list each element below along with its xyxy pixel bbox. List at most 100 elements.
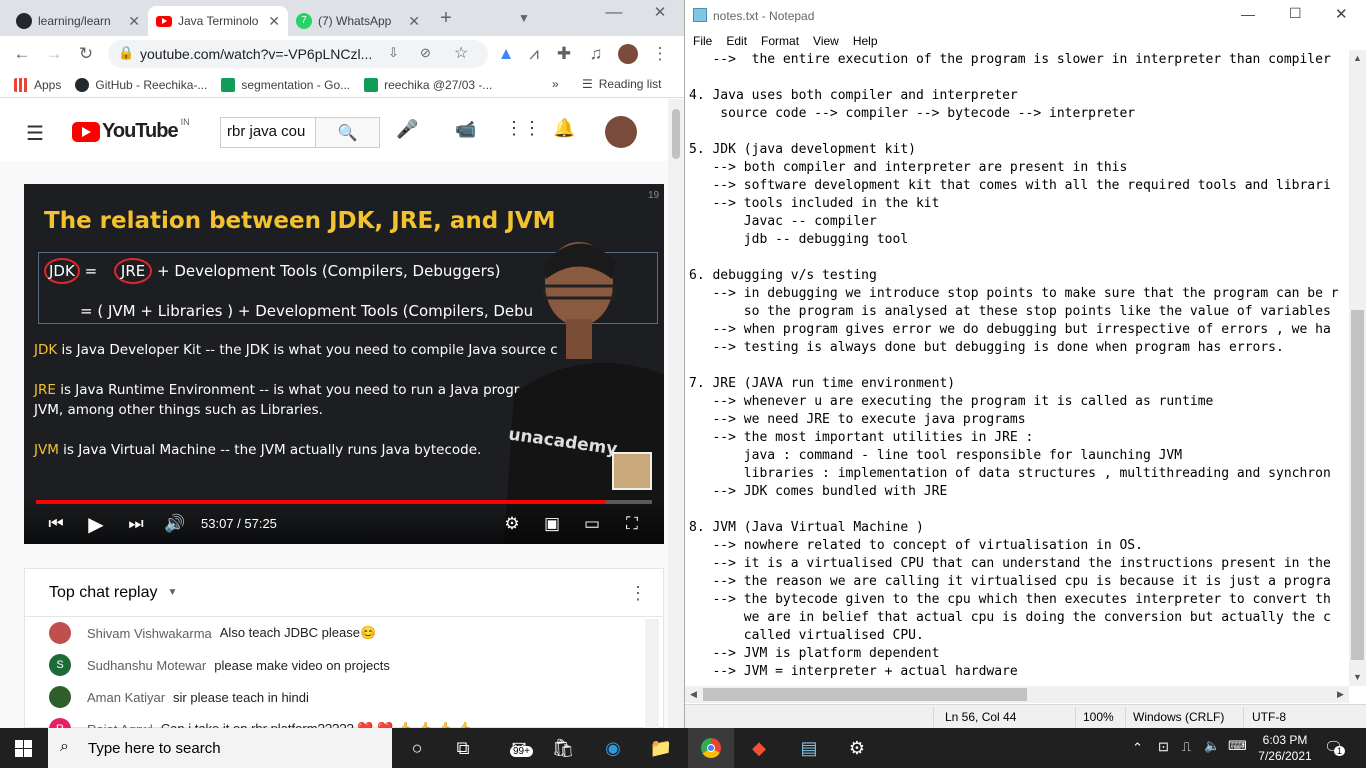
bookmark-segmentation[interactable]: segmentation - Go... [221,77,350,92]
hamburger-menu-icon[interactable]: ☰ [26,121,44,146]
close-window-button[interactable]: ✕ [648,0,672,24]
more-options-icon[interactable]: ⋮ [629,583,647,604]
tab-github[interactable]: learning/learn ✕ [8,6,148,36]
network-icon[interactable]: ⎍ [1182,739,1191,755]
create-video-icon[interactable]: 📹 [455,120,476,140]
scroll-right-icon[interactable]: ▶ [1332,686,1349,703]
volume-icon[interactable]: 🔈 [1204,738,1220,754]
scrollbar-thumb[interactable] [1351,310,1364,660]
notepad-taskbar-icon[interactable]: ▤ [786,728,832,768]
youtube-logo[interactable]: YouTube IN [72,116,190,143]
horizontal-scrollbar[interactable]: ◀ ▶ [685,686,1349,703]
lock-icon: 🔒 [118,45,135,60]
chat-scrollbar[interactable] [645,619,659,728]
chat-header[interactable]: Top chat replay ▼ [25,569,663,617]
bookmark-apps[interactable]: Apps [14,77,61,92]
show-hidden-icons-icon[interactable]: ⌃ [1132,740,1143,756]
video-player[interactable]: The relation between JDK, JRE, and JVM 1… [24,184,664,544]
notification-center-icon[interactable]: 🗨 1 [1324,738,1346,756]
theater-mode-icon[interactable]: ▭ [580,512,604,536]
chrome-icon[interactable] [688,728,734,768]
close-tab-icon[interactable]: ✕ [128,13,140,30]
task-view-icon[interactable]: ⧉ [440,728,486,768]
cortana-icon[interactable]: ○ [394,728,440,768]
microphone-icon[interactable]: 🎤 [396,119,418,140]
chat-message[interactable]: Aman Katiyar sir please teach in hindi [49,681,309,713]
reload-icon[interactable]: ↻ [74,42,98,66]
search-icon[interactable]: 🔍 [315,118,379,147]
edge-icon[interactable]: ◉ [590,728,636,768]
chrome-menu-icon[interactable]: ⋮ [648,42,672,66]
notifications-bell-icon[interactable]: 🔔 [553,118,575,139]
chat-message[interactable]: Shivam Vishwakarma Also teach JDBC please… [49,617,376,649]
previous-icon[interactable]: ⏮ [44,512,68,536]
reading-list-button[interactable]: ☰ Reading list [582,77,661,91]
tab-search-icon[interactable]: ▼ [512,6,536,30]
taskbar-clock[interactable]: 6:03 PM 7/26/2021 [1254,732,1316,764]
video-progress-bar[interactable] [36,500,652,504]
play-icon[interactable]: ▶ [84,512,108,536]
close-tab-icon[interactable]: ✕ [268,13,280,30]
menu-help[interactable]: Help [853,34,878,48]
settings-gear-icon[interactable]: ⚙ [834,728,880,768]
chart-extension-icon[interactable]: ⩘ [522,42,546,66]
hide-icon[interactable]: ⊘ [420,45,431,61]
channel-watermark-icon[interactable] [612,452,652,490]
vertical-scrollbar[interactable]: ▲ ▼ [1349,50,1366,686]
avatar[interactable] [605,116,637,148]
forward-icon[interactable]: → [42,42,66,66]
mail-icon[interactable]: ✉ 99+ [496,728,542,768]
chat-message[interactable]: S Sudhanshu Motewar please make video on p… [49,649,390,681]
scrollbar-thumb[interactable] [703,688,1027,701]
fullscreen-icon[interactable]: ⛶ [620,512,644,536]
media-icon[interactable]: ♫ [584,42,608,66]
menu-view[interactable]: View [813,34,839,48]
chat-author[interactable]: Aman Katiyar [87,690,165,705]
install-icon[interactable]: ⇩ [388,45,399,61]
close-tab-icon[interactable]: ✕ [408,13,420,30]
extensions-icon[interactable]: ✚ [552,42,576,66]
new-tab-button[interactable]: + [434,6,458,30]
settings-gear-icon[interactable]: ⚙ [500,512,524,536]
youtube-search-input[interactable]: rbr java cou [221,118,315,147]
clock-time: 6:03 PM [1262,733,1308,747]
bookmark-reechika[interactable]: reechika @27/03 -... [364,77,492,92]
store-icon[interactable]: 🛍 [540,728,586,768]
tab-whatsapp[interactable]: 7 (7) WhatsApp ✕ [288,6,428,36]
chat-author[interactable]: Sudhanshu Motewar [87,658,206,673]
file-explorer-icon[interactable]: 📁 [638,728,684,768]
drive-icon[interactable]: ▲ [494,42,518,66]
scroll-up-icon[interactable]: ▲ [1349,50,1366,67]
text-line: --> JVM is platform dependent [689,646,940,661]
git-icon[interactable]: ◆ [736,728,782,768]
apps-grid-icon[interactable]: ⋮⋮ [505,118,541,139]
chat-author[interactable]: Shivam Vishwakarma [87,626,212,641]
back-icon[interactable]: ← [10,42,34,66]
scroll-down-icon[interactable]: ▼ [1349,669,1366,686]
tab-youtube[interactable]: Java Terminolo ✕ [148,6,288,36]
address-bar[interactable]: 🔒 youtube.com/watch?v=-VP6pLNCzl... ⇩ ⊘ … [108,40,488,68]
scroll-left-icon[interactable]: ◀ [685,686,702,703]
profile-avatar[interactable] [616,42,640,66]
notepad-text-area[interactable]: --> the entire execution of the program … [689,51,1347,687]
meet-now-icon[interactable]: ⊡ [1158,739,1169,755]
page-scrollbar[interactable] [668,99,684,728]
minimize-button[interactable]: — [1241,6,1255,22]
language-icon[interactable]: ⌨ [1228,738,1247,754]
windows-start-icon[interactable] [0,728,46,768]
more-bookmarks-button[interactable]: » [552,77,559,91]
close-window-button[interactable]: ✕ [1335,5,1348,23]
bookmark-github[interactable]: GitHub - Reechika-... [75,77,207,92]
scrollbar-thumb[interactable] [672,109,680,159]
maximize-button[interactable]: ☐ [1289,5,1302,22]
bookmark-star-icon[interactable]: ☆ [454,43,468,63]
next-icon[interactable]: ⏭ [124,512,148,536]
menu-file[interactable]: File [693,34,712,48]
menu-format[interactable]: Format [761,34,799,48]
taskbar-search-box[interactable]: ⌕ Type here to search [48,728,392,768]
miniplayer-icon[interactable]: ▣ [540,512,564,536]
volume-icon[interactable]: 🔊 [163,512,187,536]
chat-message[interactable]: RRajat AgrwlCan i take it on rbr platfor… [49,713,472,728]
country-code: IN [180,116,190,127]
menu-edit[interactable]: Edit [726,34,747,48]
